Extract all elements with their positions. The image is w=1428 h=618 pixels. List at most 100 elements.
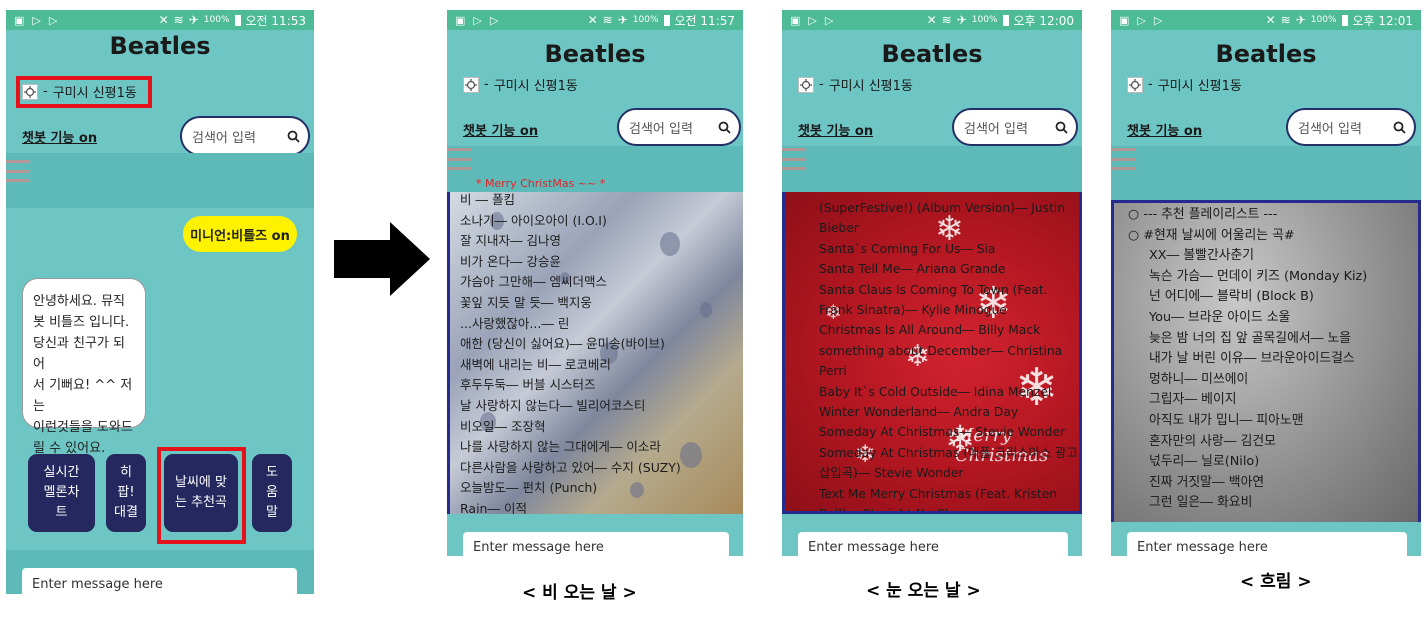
location[interactable]: - 구미시 신평1동	[463, 75, 578, 94]
list-item[interactable]: Christmas Is All Around― Billy Mack	[819, 320, 1079, 340]
search-box[interactable]: 검색어 입력	[180, 116, 310, 156]
list-item[interactable]: 오늘밤도― 펀치 (Punch)	[460, 478, 743, 499]
list-item[interactable]: 날 사랑하지 않는다― 빌리어코스티	[460, 396, 743, 417]
list-item[interactable]: Perri	[819, 361, 1079, 381]
location[interactable]: - 구미시 신평1동	[22, 82, 137, 101]
list-item[interactable]: Baby It`s Cold Outside― Idina Menzel	[819, 382, 1079, 402]
list-item[interactable]: 다른사람을 사랑하고 있어― 수지 (SUZY)	[460, 458, 743, 479]
list-item[interactable]: 진짜 거짓말― 백아연	[1128, 473, 1418, 494]
chatbot-toggle-link[interactable]: 챗봇 기능 on	[1127, 120, 1202, 139]
list-item[interactable]: Rain― 이적	[460, 499, 743, 514]
list-item[interactable]: 애한 (당신이 싫어요)― 윤미송(바이브)	[460, 334, 743, 355]
location[interactable]: - 구미시 신평1동	[798, 75, 913, 94]
list-item[interactable]: XX― 볼빨간사춘기	[1128, 246, 1418, 267]
search-box[interactable]: 검색어 입력	[1286, 108, 1416, 146]
airplane-icon: ✈	[956, 13, 967, 27]
play-icon: ▷	[808, 13, 817, 27]
play-icon: ▷	[824, 13, 834, 27]
list-item[interactable]: 잘 지내자― 김나영	[460, 231, 743, 252]
chatbot-toggle-link[interactable]: 챗봇 기능 on	[463, 120, 538, 139]
battery-percent: 100%	[971, 15, 998, 25]
list-item[interactable]: 새벽에 내리는 비― 로코베리	[460, 355, 743, 376]
list-item[interactable]: Frank Sinatra)― Kylie Minogue	[819, 300, 1079, 320]
hamburger-menu-icon[interactable]	[782, 148, 806, 170]
list-item[interactable]: Santa`s Coming For Us― Sia	[819, 239, 1079, 259]
search-box[interactable]: 검색어 입력	[952, 108, 1078, 146]
location-dash: -	[484, 77, 489, 92]
bot-message-line: 당신과 친구가 되어	[33, 336, 125, 372]
list-item[interactable]: 녹슨 가슴― 먼데이 키즈 (Monday Kiz)	[1128, 267, 1418, 288]
quick-button-melon-chart[interactable]: 실시간 멜론차 트	[28, 454, 95, 532]
list-item[interactable]: ○ #현재 날씨에 어울리는 곡#	[1128, 226, 1418, 247]
message-input[interactable]: Enter message here	[22, 568, 297, 594]
location-target-icon[interactable]	[22, 83, 38, 100]
list-item[interactable]: 비 ― 폴킴	[460, 192, 743, 211]
phone-screen-cloudy: ▣ ▷ ▷ ✕ ≋ ✈ 100% 오후 12:01 Beatles - 구미시 신평1동 챗…	[1111, 10, 1421, 556]
app-title: Beatles	[109, 32, 211, 60]
quick-button-weather-recommend[interactable]: 날씨에 맞는 추천곡	[164, 454, 238, 532]
hamburger-menu-icon[interactable]	[6, 160, 30, 182]
search-icon[interactable]	[718, 121, 731, 134]
list-item[interactable]: ...사랑했잖아...― 린	[460, 314, 743, 335]
search-box[interactable]: 검색어 입력	[617, 108, 741, 146]
search-icon[interactable]	[1055, 121, 1068, 134]
phone-screen-rain: ▣ ▷ ▷ ✕ ≋ ✈ 100% 오전 11:57 Beatles - 구미시 신평1동 챗…	[447, 10, 743, 556]
message-input[interactable]: Enter message here	[1127, 532, 1407, 556]
list-item[interactable]: Santa Claus Is Coming To Town (Feat.	[819, 280, 1079, 300]
list-item[interactable]: 아직도 내가 밉니― 피아노맨	[1128, 411, 1418, 432]
list-item[interactable]: 나를 사랑하지 않는 그대에게― 이소라	[460, 437, 743, 458]
list-item[interactable]: Winter Wonderland― Andra Day	[819, 402, 1079, 422]
status-bar: ▣ ▷ ▷ ✕ ≋ ✈ 100% 오후 12:01	[1111, 10, 1421, 30]
search-icon[interactable]	[287, 130, 300, 143]
play-icon: ▷	[1137, 13, 1146, 27]
list-item[interactable]: Text Me Merry Christmas (Feat. Kristen	[819, 484, 1079, 504]
list-item[interactable]: 가슴아 그만해― 엠씨더맥스	[460, 272, 743, 293]
search-input[interactable]: 검색어 입력	[629, 118, 718, 137]
list-item[interactable]: 꽃잎 지듯 말 듯― 백지웅	[460, 293, 743, 314]
list-item[interactable]: 혼자만의 사랑― 김건모	[1128, 432, 1418, 453]
list-item[interactable]: 넋두리― 닐로(Nilo)	[1128, 452, 1418, 473]
button-line: 도	[266, 465, 278, 480]
message-input[interactable]: Enter message here	[798, 532, 1068, 556]
list-item[interactable]: 소나기― 아이오아이 (I.O.I)	[460, 211, 743, 232]
quick-button-hiphop-battle[interactable]: 히 팝! 대결	[106, 454, 146, 532]
location[interactable]: - 구미시 신평1동	[1127, 75, 1242, 94]
search-input[interactable]: 검색어 입력	[1298, 118, 1393, 137]
message-input[interactable]: Enter message here	[463, 532, 729, 556]
list-item[interactable]: ○ --- 추천 플레이리스트 ---	[1128, 205, 1418, 226]
list-item[interactable]: 후두두둑― 버블 시스터즈	[460, 375, 743, 396]
list-item[interactable]: 삽입곡)― Stevie Wonder	[819, 463, 1079, 483]
list-item[interactable]: 내가 날 버린 이유― 브라운아이드걸스	[1128, 349, 1418, 370]
chatbot-toggle-link[interactable]: 챗봇 기능 on	[798, 120, 873, 139]
list-item[interactable]: 멍하니― 미쓰에이	[1128, 370, 1418, 391]
location-target-icon[interactable]	[798, 76, 814, 93]
chatbot-toggle-link[interactable]: 챗봇 기능 on	[22, 127, 97, 146]
list-item[interactable]: Someday At Christmas (애플 크리스마스 광고	[819, 443, 1079, 463]
user-message-bubble: 미니언:비틀즈 on	[183, 216, 297, 252]
wifi-icon: ≋	[602, 13, 613, 27]
list-item[interactable]: Santa Tell Me― Ariana Grande	[819, 259, 1079, 279]
status-notification-icons: ▣ ▷ ▷	[14, 14, 57, 27]
play-icon: ▷	[32, 13, 41, 27]
list-item[interactable]: (SuperFestive!) (Album Version)― Justin	[819, 198, 1079, 218]
list-item[interactable]: Someday At Christmas― Stevie Wonder	[819, 422, 1079, 442]
hamburger-menu-icon[interactable]	[447, 148, 471, 170]
list-item[interactable]: Bieber	[819, 218, 1079, 238]
list-item[interactable]: 넌 어디에― 블락비 (Block B)	[1128, 287, 1418, 308]
search-input[interactable]: 검색어 입력	[192, 127, 287, 146]
location-target-icon[interactable]	[463, 76, 479, 93]
search-input[interactable]: 검색어 입력	[964, 118, 1055, 137]
list-item[interactable]: 그립자― 베이지	[1128, 390, 1418, 411]
list-item[interactable]: 비가 온다― 강승윤	[460, 252, 743, 273]
hamburger-menu-icon[interactable]	[1111, 148, 1135, 170]
app-title: Beatles	[544, 40, 646, 68]
list-item[interactable]: something about December― Christina	[819, 341, 1079, 361]
location-target-icon[interactable]	[1127, 76, 1143, 93]
search-icon[interactable]	[1393, 121, 1406, 134]
list-item[interactable]: 늦은 밤 너의 집 앞 골목길에서― 노을	[1128, 329, 1418, 350]
list-item[interactable]: You― 브라운 아이드 소울	[1128, 308, 1418, 329]
list-item[interactable]: 비오일― 조장혁	[460, 417, 743, 438]
quick-button-help[interactable]: 도움말	[252, 454, 292, 532]
list-item[interactable]: Bell)― Straight No Chaser	[819, 504, 1079, 511]
list-item[interactable]: 그런 일은― 화요비	[1128, 493, 1418, 514]
